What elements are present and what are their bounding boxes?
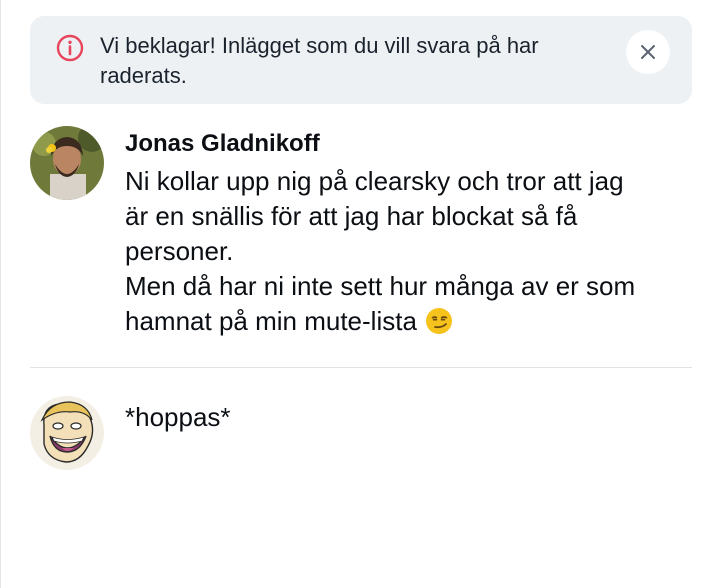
post-text-line: hamnat på min mute-lista bbox=[125, 306, 417, 336]
post-text-line: Men då har ni inte sett hur många av er … bbox=[125, 271, 636, 301]
close-icon bbox=[641, 45, 655, 59]
deleted-post-banner: Vi beklagar! Inlägget som du vill svara … bbox=[30, 16, 692, 104]
avatar[interactable] bbox=[30, 126, 104, 200]
post-text-line: Ni kollar upp nig på clearsky och tror a… bbox=[125, 166, 624, 196]
avatar-drawing bbox=[30, 396, 104, 470]
avatar-photo bbox=[30, 126, 104, 200]
post-text-line: är en snällis för att jag har blockat så… bbox=[125, 201, 578, 231]
post-item[interactable]: Jonas Gladnikoff Ni kollar upp nig på cl… bbox=[30, 126, 692, 368]
banner-message: Vi beklagar! Inlägget som du vill svara … bbox=[100, 33, 539, 88]
smirking-face-emoji-icon bbox=[426, 308, 453, 334]
close-button[interactable] bbox=[626, 30, 670, 74]
post-author[interactable]: Jonas Gladnikoff bbox=[125, 129, 320, 159]
post-text-line: *hoppas* bbox=[125, 402, 231, 432]
avatar[interactable] bbox=[30, 396, 104, 470]
post-text-line-last: hamnat på min mute-lista bbox=[125, 304, 685, 339]
post-text: *hoppas* bbox=[125, 400, 685, 435]
post-text-line: personer. bbox=[125, 236, 234, 266]
app-frame: Vi beklagar! Inlägget som du vill svara … bbox=[0, 0, 720, 588]
post-text: Ni kollar upp nig på clearsky och tror a… bbox=[125, 164, 685, 339]
info-circle-icon bbox=[56, 34, 84, 62]
